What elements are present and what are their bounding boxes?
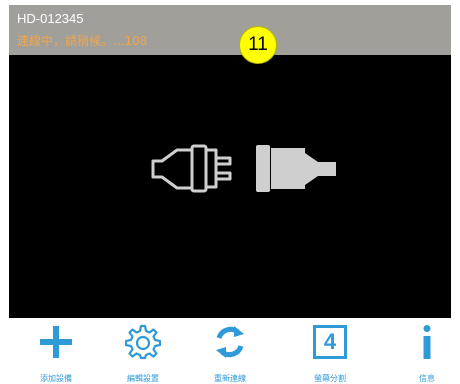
plus-icon (38, 324, 74, 360)
video-view[interactable] (9, 55, 451, 318)
split-screen-label: 螢幕分割 (314, 374, 346, 383)
refresh-icon (212, 324, 248, 360)
split-screen-icon: 4 (313, 325, 347, 359)
edit-settings-button[interactable]: 編輯設置 (108, 318, 178, 384)
status-header: HD-012345 連線中，請稍候。...108 (9, 5, 451, 55)
gear-icon (124, 324, 162, 360)
app-screen: HD-012345 連線中，請稍候。...108 11 添加設備 編輯設置 重新… (9, 5, 451, 384)
reconnect-label: 重新連線 (214, 374, 246, 383)
add-device-label: 添加設備 (40, 374, 72, 383)
edit-settings-label: 編輯設置 (127, 374, 159, 383)
disconnected-plug-icon (151, 144, 336, 193)
split-screen-count: 4 (323, 329, 337, 354)
connection-status-text: 連線中，請稍候。...108 (17, 34, 148, 48)
device-id-label: HD-012345 (17, 11, 84, 26)
reconnect-button[interactable]: 重新連線 (195, 318, 265, 384)
step-number-badge: 11 (239, 26, 277, 64)
add-device-button[interactable]: 添加設備 (21, 318, 91, 384)
info-button[interactable]: 信息 (392, 318, 460, 384)
split-screen-button[interactable]: 4 螢幕分割 (295, 318, 365, 384)
info-icon (409, 324, 445, 360)
bottom-toolbar: 添加設備 編輯設置 重新連線 4 螢幕分割 信息 (9, 318, 451, 384)
info-label: 信息 (419, 374, 435, 383)
